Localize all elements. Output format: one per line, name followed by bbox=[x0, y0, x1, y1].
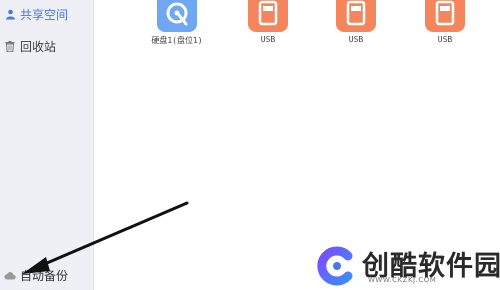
watermark: 创酷软件园 WWW.CKZKJ.COM bbox=[315, 244, 500, 288]
watermark-url: WWW.CKZKJ.COM bbox=[368, 276, 437, 284]
c-logo-icon bbox=[317, 246, 353, 286]
